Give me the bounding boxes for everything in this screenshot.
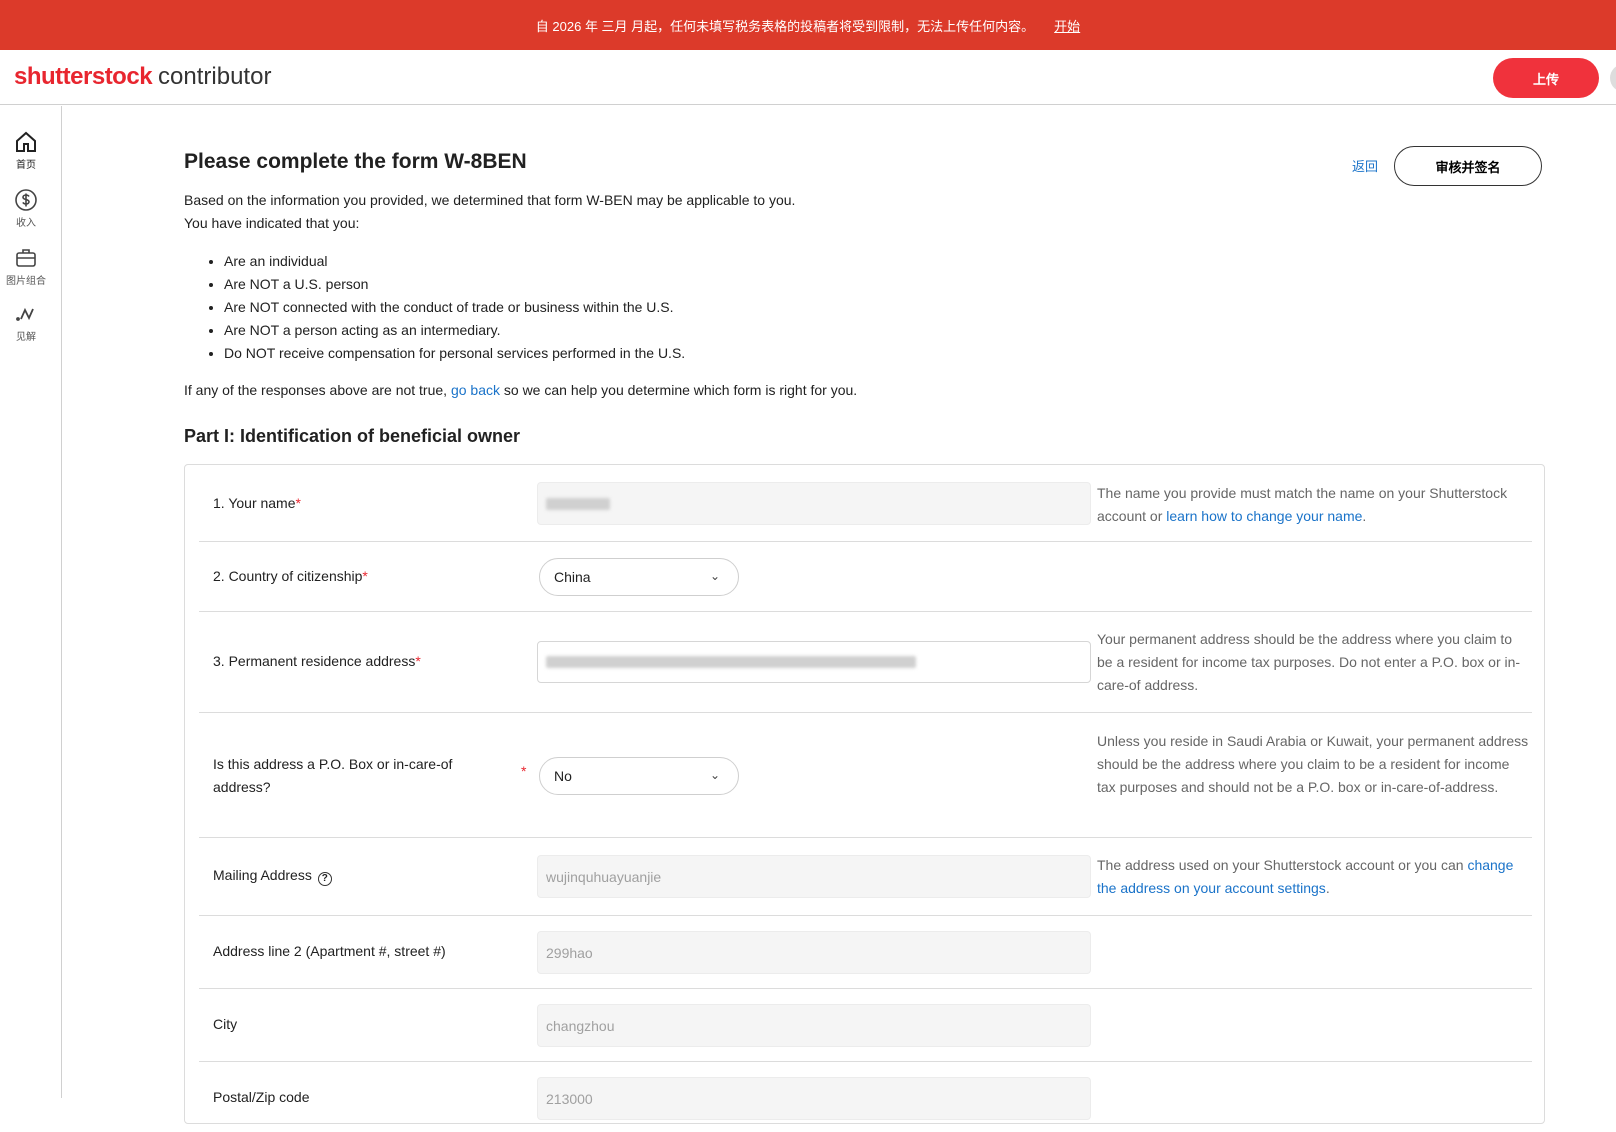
page-title: Please complete the form W-8BEN <box>184 150 527 173</box>
dollar-icon <box>15 189 37 211</box>
name-input[interactable] <box>537 482 1091 525</box>
logo-brand: shutterstock <box>14 63 153 90</box>
list-item: Are NOT a U.S. person <box>224 273 685 296</box>
form-row-citizenship: 2. Country of citizenship* China ⌄ <box>199 542 1532 612</box>
po-box-label: Is this address a P.O. Box or in-care-of… <box>213 756 453 795</box>
banner-start-link[interactable]: 开始 <box>1054 16 1080 35</box>
form-row-mailing: Mailing Address? wujinquhuayuanjie The a… <box>199 838 1532 916</box>
address2-label: Address line 2 (Apartment #, street #) <box>213 943 446 959</box>
sidebar-item-label: 图片组合 <box>6 276 46 287</box>
w8ben-form: 1. Your name* The name you provide must … <box>184 464 1545 1124</box>
avatar[interactable] <box>1610 64 1616 92</box>
go-back-prefix: If any of the responses above are not tr… <box>184 382 451 398</box>
form-row-name: 1. Your name* The name you provide must … <box>199 465 1532 542</box>
residence-help: Your permanent address should be the add… <box>1097 631 1521 693</box>
residence-label: 3. Permanent residence address* <box>213 653 421 669</box>
go-back-suffix: so we can help you determine which form … <box>500 382 858 398</box>
city-label: City <box>213 1016 238 1032</box>
sidebar-item-label: 收入 <box>16 218 36 229</box>
insights-icon <box>16 307 34 321</box>
sidebar-item-home[interactable]: 首页 <box>0 130 52 171</box>
form-row-postal: Postal/Zip code 213000 <box>199 1062 1532 1132</box>
logo-sub: contributor <box>158 63 272 90</box>
list-item: Do NOT receive compensation for personal… <box>224 342 685 365</box>
list-item: Are NOT a person acting as an intermedia… <box>224 319 685 342</box>
list-item: Are NOT connected with the conduct of tr… <box>224 296 685 319</box>
po-box-select[interactable]: No ⌄ <box>539 757 739 795</box>
part-1-title: Part I: Identification of beneficial own… <box>184 426 521 446</box>
citizenship-select[interactable]: China ⌄ <box>539 558 739 596</box>
sidebar: 首页 收入 图片组合 见解 <box>0 106 62 1098</box>
sidebar-item-insights[interactable]: 见解 <box>0 302 52 343</box>
sidebar-item-portfolio[interactable]: 图片组合 <box>0 246 52 287</box>
postal-label: Postal/Zip code <box>213 1089 310 1105</box>
form-row-address2: Address line 2 (Apartment #, street #) 2… <box>199 916 1532 989</box>
change-name-link[interactable]: learn how to change your name <box>1166 508 1362 524</box>
chevron-down-icon: ⌄ <box>709 768 720 782</box>
postal-input[interactable]: 213000 <box>537 1077 1091 1120</box>
go-back-link[interactable]: go back <box>451 382 500 398</box>
city-input[interactable]: changzhou <box>537 1004 1091 1047</box>
review-and-sign-button[interactable]: 审核并签名 <box>1394 146 1542 186</box>
mailing-help: The address used on your Shutterstock ac… <box>1097 857 1514 896</box>
name-label: 1. Your name* <box>213 495 301 511</box>
back-link[interactable]: 返回 <box>1352 156 1378 175</box>
list-item: Are an individual <box>224 250 685 273</box>
mailing-input[interactable]: wujinquhuayuanjie <box>537 855 1091 898</box>
top-banner: 自 2026 年 三月 月起，任何未填写税务表格的投稿者将受到限制，无法上传任何… <box>0 0 1616 50</box>
required-marker: * <box>521 763 527 779</box>
banner-message: 自 2026 年 三月 月起，任何未填写税务表格的投稿者将受到限制，无法上传任何… <box>535 18 1035 34</box>
upload-button[interactable]: 上传 <box>1493 58 1599 98</box>
citizenship-label: 2. Country of citizenship* <box>213 568 368 584</box>
po-box-help: Unless you reside in Saudi Arabia or Kuw… <box>1097 733 1529 795</box>
sidebar-item-label: 见解 <box>16 332 36 343</box>
home-icon <box>16 131 36 152</box>
shutterstock-logo[interactable]: shutterstock contributor <box>14 63 271 91</box>
sidebar-item-earnings[interactable]: 收入 <box>0 188 52 229</box>
eligibility-list: Are an individual Are NOT a U.S. person … <box>224 250 685 365</box>
name-help: The name you provide must match the name… <box>1097 485 1508 524</box>
sidebar-item-label: 首页 <box>16 160 36 171</box>
chevron-down-icon: ⌄ <box>709 569 720 583</box>
form-row-po-box: Is this address a P.O. Box or in-care-of… <box>199 713 1532 838</box>
help-icon[interactable]: ? <box>317 872 332 886</box>
go-back-sentence: If any of the responses above are not tr… <box>184 382 857 398</box>
mailing-label: Mailing Address? <box>213 867 332 886</box>
address2-input[interactable]: 299hao <box>537 931 1091 974</box>
briefcase-icon <box>16 249 36 267</box>
intro-line-2: You have indicated that you: <box>184 215 360 231</box>
form-row-city: City changzhou <box>199 989 1532 1062</box>
form-row-residence: 3. Permanent residence address* Your per… <box>199 612 1532 713</box>
intro-line-1: Based on the information you provided, w… <box>184 192 796 208</box>
app-header: shutterstock contributor 上传 <box>0 50 1616 105</box>
residence-input[interactable] <box>537 641 1091 683</box>
